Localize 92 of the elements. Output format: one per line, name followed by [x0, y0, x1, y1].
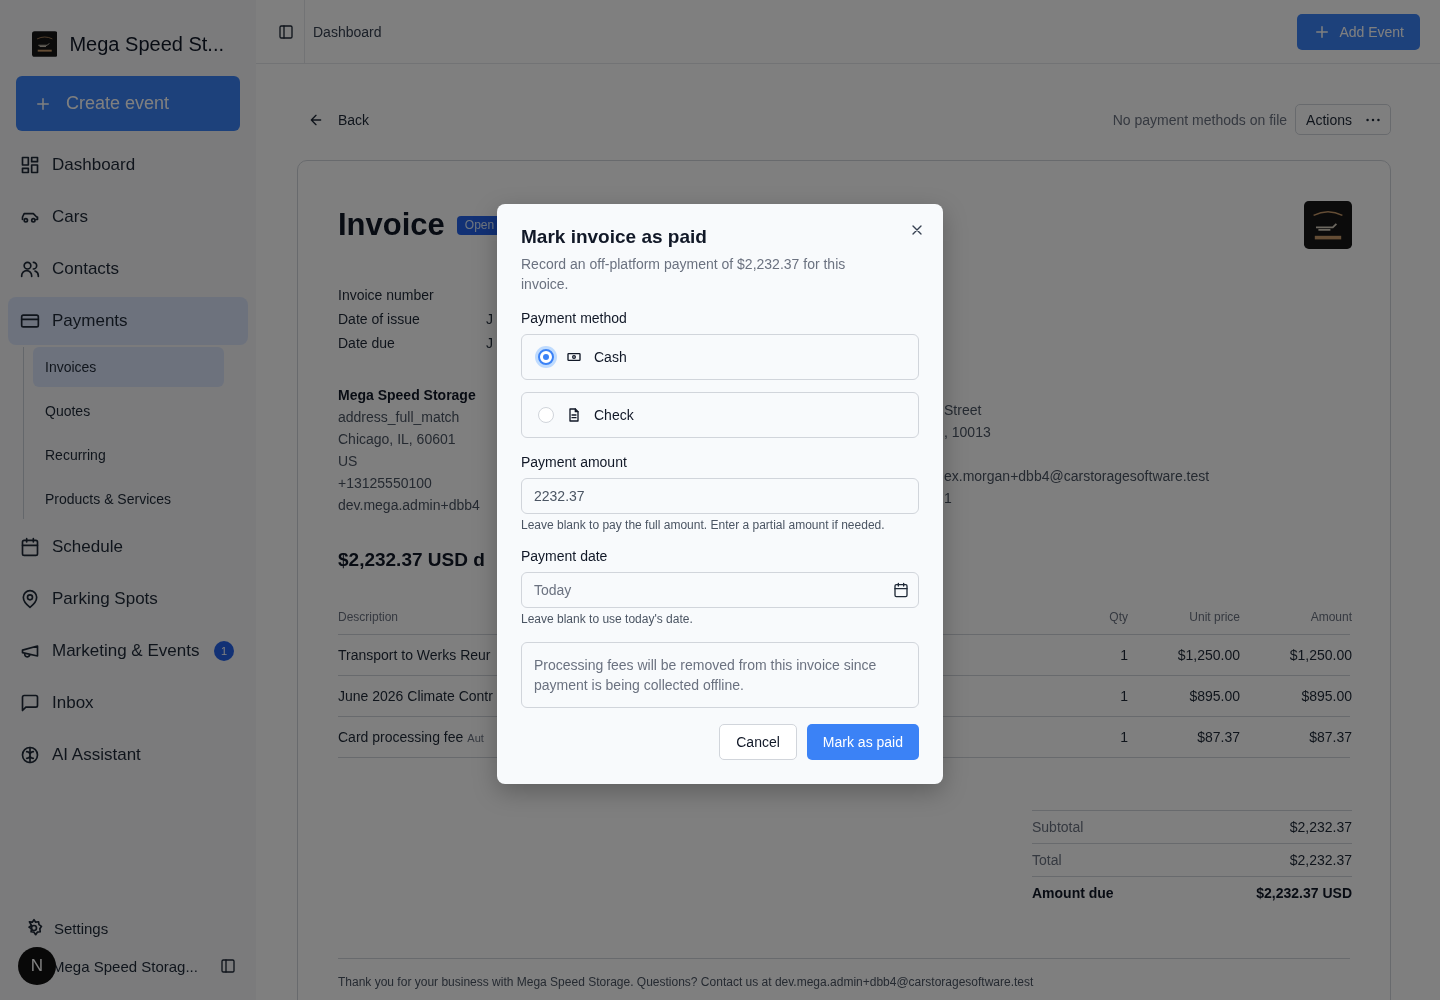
dialog-title: Mark invoice as paid [521, 226, 708, 248]
table-cell-text: $1,250.00 [1288, 647, 1352, 663]
brand-name: Mega Speed St... [69, 32, 224, 56]
address-line: , 10013 [944, 423, 992, 442]
payment-methods-note: No payment methods on file [1112, 111, 1288, 128]
field-label: Payment method [521, 310, 628, 326]
payment-option[interactable]: Check [521, 392, 919, 438]
nav-item[interactable]: Inbox [8, 679, 248, 727]
amount-field[interactable]: 2232.37 [521, 478, 919, 514]
calendar-icon [20, 537, 40, 557]
column-header: Description [338, 610, 400, 624]
table-cell-text: $87.37 [1196, 729, 1240, 745]
table-cell-text: $895.00 [1188, 688, 1240, 704]
table-cell-text: 1 [1119, 729, 1128, 745]
table-cell-text: 1 [1119, 647, 1128, 663]
nav-item[interactable]: Schedule [8, 523, 248, 571]
help-text: Leave blank to use today's date. [521, 612, 694, 626]
column-header: Qty [1108, 610, 1128, 624]
settings-link[interactable]: Settings [8, 912, 248, 944]
calendar-icon [893, 582, 909, 598]
info-note: Processing fees will be removed from this invoice since payment is being collected offline. [521, 642, 919, 708]
total-value: $2,232.37 [1289, 852, 1352, 868]
amount-due-heading: $2,232.37 USD d [338, 549, 486, 572]
dialog-description: Record an off-platform payment of $2,232.37 for this invoice. [521, 255, 847, 294]
field-label: Invoice number [338, 287, 435, 303]
breadcrumb[interactable]: Dashboard [313, 23, 382, 40]
create-event-button[interactable]: Create event [16, 76, 240, 131]
count-badge: 1 [214, 641, 234, 661]
field-value: J [486, 335, 494, 351]
table-cell-text: $1,250.00 [1176, 647, 1240, 663]
radio-button[interactable] [538, 349, 554, 365]
invoice-title: Invoice [338, 207, 445, 243]
field-label: Date of issue [338, 311, 421, 327]
total-label: Total [1032, 852, 1062, 868]
column-header: Amount [1309, 610, 1352, 624]
actions-button[interactable]: Actions [1295, 104, 1391, 135]
add-event-button[interactable]: Add Event [1297, 13, 1420, 50]
company-logo [1304, 201, 1352, 249]
total-label: Amount due [1032, 885, 1114, 901]
sidebar-toggle-icon [220, 958, 236, 974]
avatar[interactable]: N [18, 947, 56, 985]
sidebar-toggle-icon [278, 23, 294, 40]
table-cell-text: Transport to Werks Reur [338, 647, 492, 663]
total-value: $2,232.37 USD [1256, 885, 1352, 901]
address-line: Street [944, 401, 983, 420]
cancel-button[interactable]: Cancel [719, 724, 797, 760]
nav-item[interactable]: Marketing & Events 1 [8, 627, 248, 675]
nav-subitem[interactable]: Quotes [33, 391, 224, 431]
back-button[interactable]: Back [297, 111, 381, 128]
address-line: 1 [944, 489, 953, 508]
total-value: $2,232.37 [1289, 819, 1352, 835]
address-line: address_full_match [338, 408, 461, 427]
status-badge: Open [456, 215, 499, 235]
company-name: Mega Speed Storage [338, 386, 477, 405]
column-header: Unit price [1188, 610, 1240, 624]
nav-item[interactable]: Contacts [8, 245, 248, 293]
nav-item[interactable]: Parking Spots [8, 575, 248, 623]
address-line: US [338, 452, 359, 471]
people-icon [20, 259, 40, 279]
total-label: Subtotal [1032, 819, 1084, 835]
chat-icon [20, 693, 40, 713]
brain-icon [20, 745, 40, 765]
nav-item[interactable]: Dashboard [8, 141, 248, 189]
table-cell-text: June 2026 Climate Contr [338, 688, 494, 704]
table-cell-text: Card processing fee Aut [338, 729, 485, 745]
nav-subitem[interactable]: Products & Services [33, 479, 224, 519]
address-line: ex.morgan+dbb4@carstoragesoftware.test [944, 467, 1211, 486]
mark-as-paid-button[interactable]: Mark as paid [806, 724, 919, 760]
address-line: dev.mega.admin+dbb4 [338, 496, 481, 515]
nav-subitem[interactable]: Recurring [33, 435, 224, 475]
address-line: +13125550100 [338, 474, 433, 493]
nav-item[interactable]: Payments [8, 297, 248, 345]
field-label: Payment amount [521, 454, 628, 470]
field-label: Date due [338, 335, 396, 351]
table-cell-text: $895.00 [1300, 688, 1352, 704]
date-field[interactable]: Today [521, 572, 919, 608]
footer-note: Thank you for your business with Mega Speed Storage. Questions? Contact us at dev.mega.admin+dbb4@carstoragesoftware.test [338, 975, 1034, 989]
nav-item[interactable]: Cars [8, 193, 248, 241]
nav-subitem[interactable]: Invoices [33, 347, 224, 387]
document-icon [566, 407, 582, 423]
table-cell-text: $87.37 [1308, 729, 1352, 745]
table-cell-text: 1 [1119, 688, 1128, 704]
location-pin-icon [20, 589, 40, 609]
field-value: J [486, 311, 494, 327]
address-line: Chicago, IL, 60601 [338, 430, 457, 449]
payment-option[interactable]: Cash [521, 334, 919, 380]
nav-item[interactable]: AI Assistant [8, 731, 248, 779]
dashboard-icon [20, 155, 40, 175]
help-text: Leave blank to pay the full amount. Enter a partial amount if needed. [521, 518, 886, 532]
more-icon [1366, 117, 1380, 122]
card-icon [20, 311, 40, 331]
field-label: Payment date [521, 548, 609, 564]
